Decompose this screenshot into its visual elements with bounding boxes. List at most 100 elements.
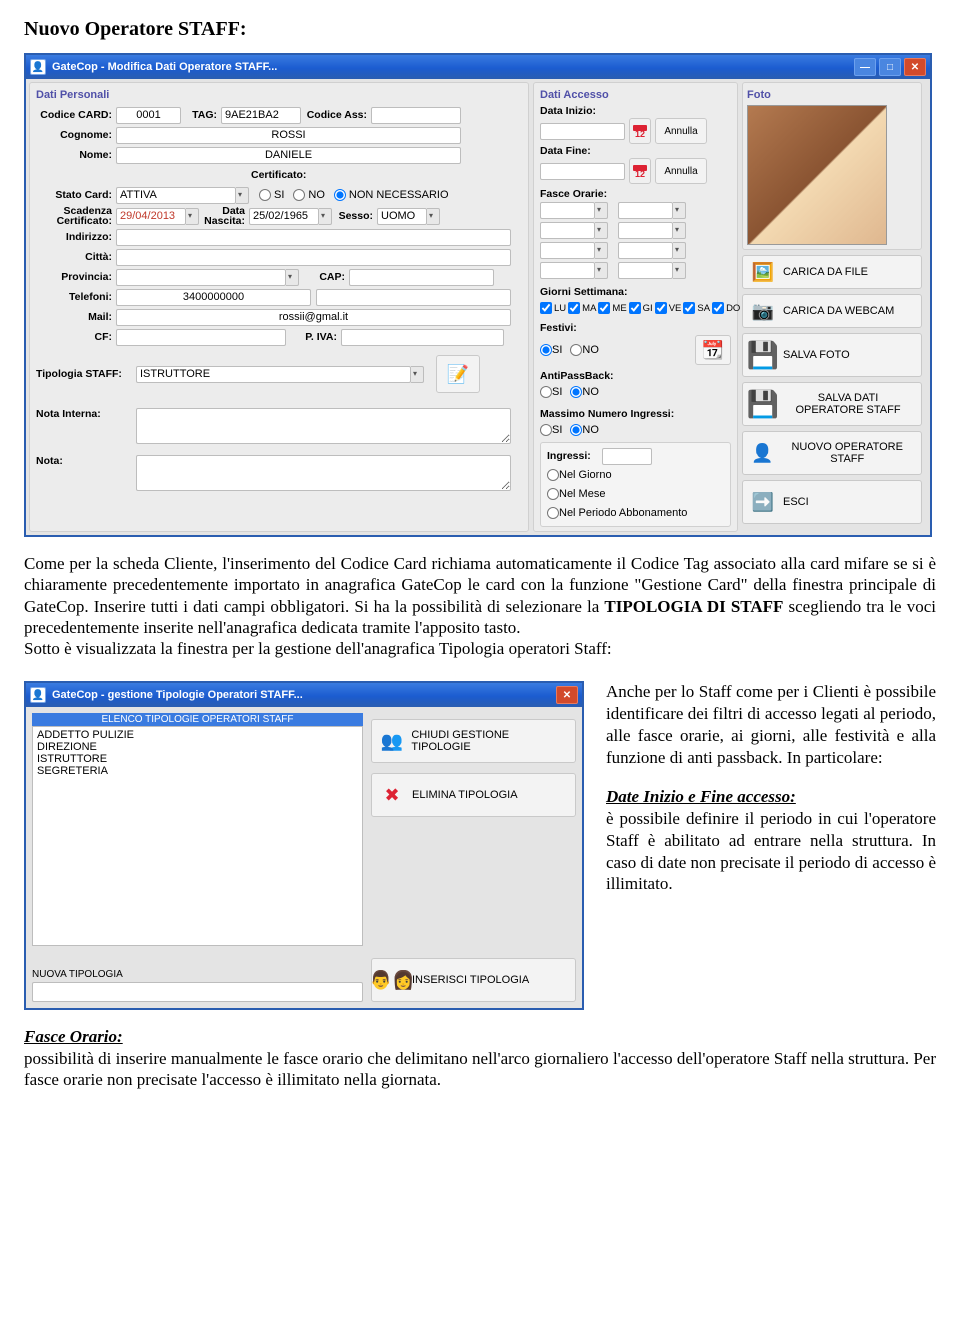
- maximize-button[interactable]: □: [879, 58, 901, 76]
- input-piva[interactable]: [341, 329, 504, 346]
- app-icon: 👤: [30, 59, 46, 75]
- calendar-button[interactable]: 12: [629, 118, 651, 144]
- calendar-button[interactable]: 12: [629, 158, 651, 184]
- chk-ma[interactable]: [568, 302, 580, 314]
- nuovo-operatore-button[interactable]: 👤NUOVO OPERATORE STAFF: [742, 431, 922, 475]
- annulla-inizio-button[interactable]: Annulla: [655, 118, 707, 144]
- radio-apb-si[interactable]: [540, 386, 552, 398]
- spinner-icon[interactable]: [595, 242, 608, 259]
- opt-nel-mese: Nel Mese: [559, 488, 605, 500]
- input-cap[interactable]: [349, 269, 494, 286]
- input-codice-card[interactable]: [116, 107, 181, 124]
- list-item[interactable]: SEGRETERIA: [35, 765, 360, 777]
- close-button[interactable]: ✕: [904, 58, 926, 76]
- radio-nel-mese[interactable]: [547, 488, 559, 500]
- radio-festivi-si[interactable]: [540, 344, 552, 356]
- input-cognome[interactable]: [116, 127, 461, 144]
- spinner-icon[interactable]: [595, 222, 608, 239]
- textarea-nota-interna[interactable]: [136, 408, 511, 444]
- spinner-icon[interactable]: [673, 242, 686, 259]
- chk-do[interactable]: [712, 302, 724, 314]
- select-sesso[interactable]: [377, 208, 427, 225]
- chk-lu[interactable]: [540, 302, 552, 314]
- dropdown-icon[interactable]: [186, 208, 199, 225]
- chiudi-gestione-button[interactable]: 👥CHIUDI GESTIONE TIPOLOGIE: [371, 719, 576, 763]
- radio-cert-no[interactable]: [293, 189, 305, 201]
- input-telefoni[interactable]: [116, 289, 311, 306]
- dropdown-icon[interactable]: [427, 208, 440, 225]
- annulla-fine-button[interactable]: Annulla: [655, 158, 707, 184]
- radio-apb-no[interactable]: [570, 386, 582, 398]
- input-provincia[interactable]: [116, 269, 286, 286]
- carica-webcam-button[interactable]: 📷CARICA DA WEBCAM: [742, 294, 922, 328]
- input-indirizzo[interactable]: [116, 229, 511, 246]
- chk-me[interactable]: [598, 302, 610, 314]
- salva-foto-button[interactable]: 💾SALVA FOTO: [742, 333, 922, 377]
- dropdown-icon[interactable]: [411, 366, 424, 383]
- list-item[interactable]: ADDETTO PULIZIE: [35, 729, 360, 741]
- day-me: ME: [612, 303, 626, 314]
- chk-ve[interactable]: [655, 302, 667, 314]
- input-fascia-4a[interactable]: [540, 262, 595, 279]
- spinner-icon[interactable]: [673, 262, 686, 279]
- input-fascia-3b[interactable]: [618, 242, 673, 259]
- input-ingressi[interactable]: [602, 448, 652, 465]
- input-citta[interactable]: [116, 249, 511, 266]
- people-exit-icon: 👥: [380, 729, 403, 753]
- dropdown-icon[interactable]: [319, 208, 332, 225]
- edit-tipologie-button[interactable]: 📝: [436, 355, 480, 393]
- textarea-nota[interactable]: [136, 455, 511, 491]
- esci-button[interactable]: ➡️ESCI: [742, 480, 922, 524]
- input-fascia-1a[interactable]: [540, 202, 595, 219]
- label-si: SI: [552, 386, 562, 398]
- label-provincia: Provincia:: [36, 271, 116, 283]
- select-stato-card[interactable]: [116, 187, 236, 204]
- carica-file-button[interactable]: 🖼️CARICA DA FILE: [742, 255, 922, 289]
- input-fascia-2b[interactable]: [618, 222, 673, 239]
- input-tag[interactable]: [221, 107, 301, 124]
- chk-gi[interactable]: [629, 302, 641, 314]
- elimina-tipologia-button[interactable]: ✖ELIMINA TIPOLOGIA: [371, 773, 576, 817]
- radio-maxing-no[interactable]: [570, 424, 582, 436]
- carica-webcam-label: CARICA DA WEBCAM: [783, 305, 894, 317]
- radio-cert-nonnec[interactable]: [334, 189, 346, 201]
- spinner-icon[interactable]: [595, 202, 608, 219]
- close-button-2[interactable]: ✕: [556, 686, 578, 704]
- input-fascia-4b[interactable]: [618, 262, 673, 279]
- calendar-pencil-icon: 📆: [701, 338, 725, 362]
- radio-maxing-si[interactable]: [540, 424, 552, 436]
- input-fascia-1b[interactable]: [618, 202, 673, 219]
- input-cf[interactable]: [116, 329, 286, 346]
- chk-sa[interactable]: [683, 302, 695, 314]
- input-nome[interactable]: [116, 147, 461, 164]
- input-mail[interactable]: [116, 309, 511, 326]
- input-data-nascita[interactable]: [249, 208, 319, 225]
- salva-dati-button[interactable]: 💾SALVA DATI OPERATORE STAFF: [742, 382, 922, 426]
- input-fascia-2a[interactable]: [540, 222, 595, 239]
- input-data-fine[interactable]: [540, 163, 625, 180]
- dropdown-icon[interactable]: [236, 187, 249, 204]
- input-data-inizio[interactable]: [540, 123, 625, 140]
- spinner-icon[interactable]: [673, 222, 686, 239]
- festivi-calendar-button[interactable]: 📆: [695, 335, 731, 365]
- list-item[interactable]: ISTRUTTORE: [35, 753, 360, 765]
- dropdown-icon[interactable]: [286, 269, 299, 286]
- label-si: SI: [552, 344, 562, 356]
- spinner-icon[interactable]: [595, 262, 608, 279]
- list-item[interactable]: DIREZIONE: [35, 741, 360, 753]
- radio-cert-si[interactable]: [259, 189, 271, 201]
- select-tipologia[interactable]: [136, 366, 411, 383]
- spinner-icon[interactable]: [673, 202, 686, 219]
- radio-festivi-no[interactable]: [570, 344, 582, 356]
- minimize-button[interactable]: —: [854, 58, 876, 76]
- day-sa: SA: [697, 303, 710, 314]
- input-scad-cert[interactable]: [116, 208, 186, 225]
- inserisci-tipologia-button[interactable]: 👨‍👩‍INSERISCI TIPOLOGIA: [371, 958, 576, 1002]
- radio-nel-giorno[interactable]: [547, 469, 559, 481]
- input-nuova-tipologia[interactable]: [32, 982, 363, 1002]
- input-fascia-3a[interactable]: [540, 242, 595, 259]
- input-telefoni-2[interactable]: [316, 289, 511, 306]
- radio-nel-periodo[interactable]: [547, 507, 559, 519]
- tipologie-list[interactable]: ADDETTO PULIZIE DIREZIONE ISTRUTTORE SEG…: [32, 726, 363, 946]
- input-codice-ass[interactable]: [371, 107, 461, 124]
